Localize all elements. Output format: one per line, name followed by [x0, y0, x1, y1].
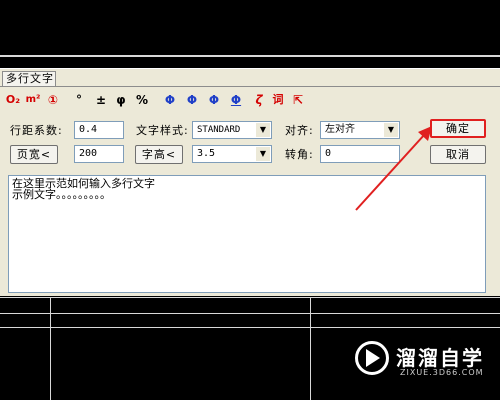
play-icon: [366, 349, 380, 367]
watermark-logo: 溜溜自学 ZIXUE.3D66.COM: [350, 336, 500, 396]
watermark-title: 溜溜自学: [396, 346, 484, 370]
watermark-url: ZIXUE.3D66.COM: [400, 368, 484, 377]
